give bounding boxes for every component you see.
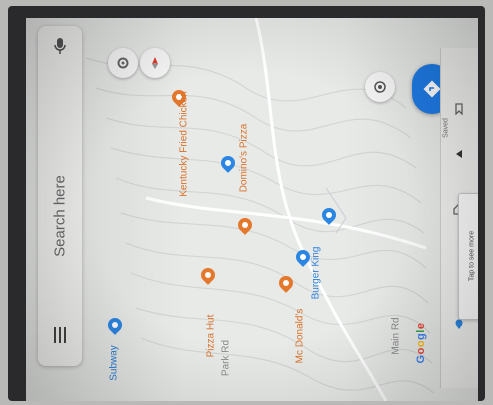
bookmark-icon[interactable]: [453, 103, 465, 115]
my-location-button[interactable]: [365, 72, 395, 102]
place-label[interactable]: Subway: [109, 345, 120, 381]
place-label[interactable]: Mc Donald's: [295, 309, 306, 364]
place-label[interactable]: Domino's Pizza: [239, 124, 250, 193]
place-label[interactable]: Kentucky Fried Chicken: [179, 91, 190, 197]
map-canvas[interactable]: [26, 18, 478, 401]
tooltip: Tap to see more: [458, 193, 478, 320]
phone-screen: Search here Kentucky Fried Chicken Domin…: [26, 18, 478, 401]
gear-icon: [117, 57, 129, 69]
triangle-icon: [456, 150, 462, 158]
tooltip-text: Tap to see more: [468, 230, 476, 282]
photo-frame: Search here Kentucky Fried Chicken Domin…: [8, 6, 485, 401]
street-label: Park Rd: [220, 339, 232, 377]
place-label[interactable]: Pizza Hut: [206, 315, 217, 358]
layers-button[interactable]: [108, 48, 138, 78]
search-input[interactable]: Search here: [52, 175, 69, 257]
compass-button[interactable]: [140, 48, 170, 78]
divider: [440, 48, 441, 388]
compass-icon: [152, 57, 158, 69]
microphone-icon[interactable]: [52, 36, 68, 56]
google-logo: Google: [415, 322, 427, 364]
directions-icon: [423, 80, 441, 98]
search-bar[interactable]: Search here: [38, 26, 82, 366]
place-label[interactable]: Burger King: [311, 247, 322, 300]
crosshair-icon: [374, 81, 386, 93]
tab-label[interactable]: Saved: [443, 118, 450, 138]
street-label: Main Rd: [390, 317, 402, 355]
menu-icon[interactable]: [51, 326, 69, 344]
